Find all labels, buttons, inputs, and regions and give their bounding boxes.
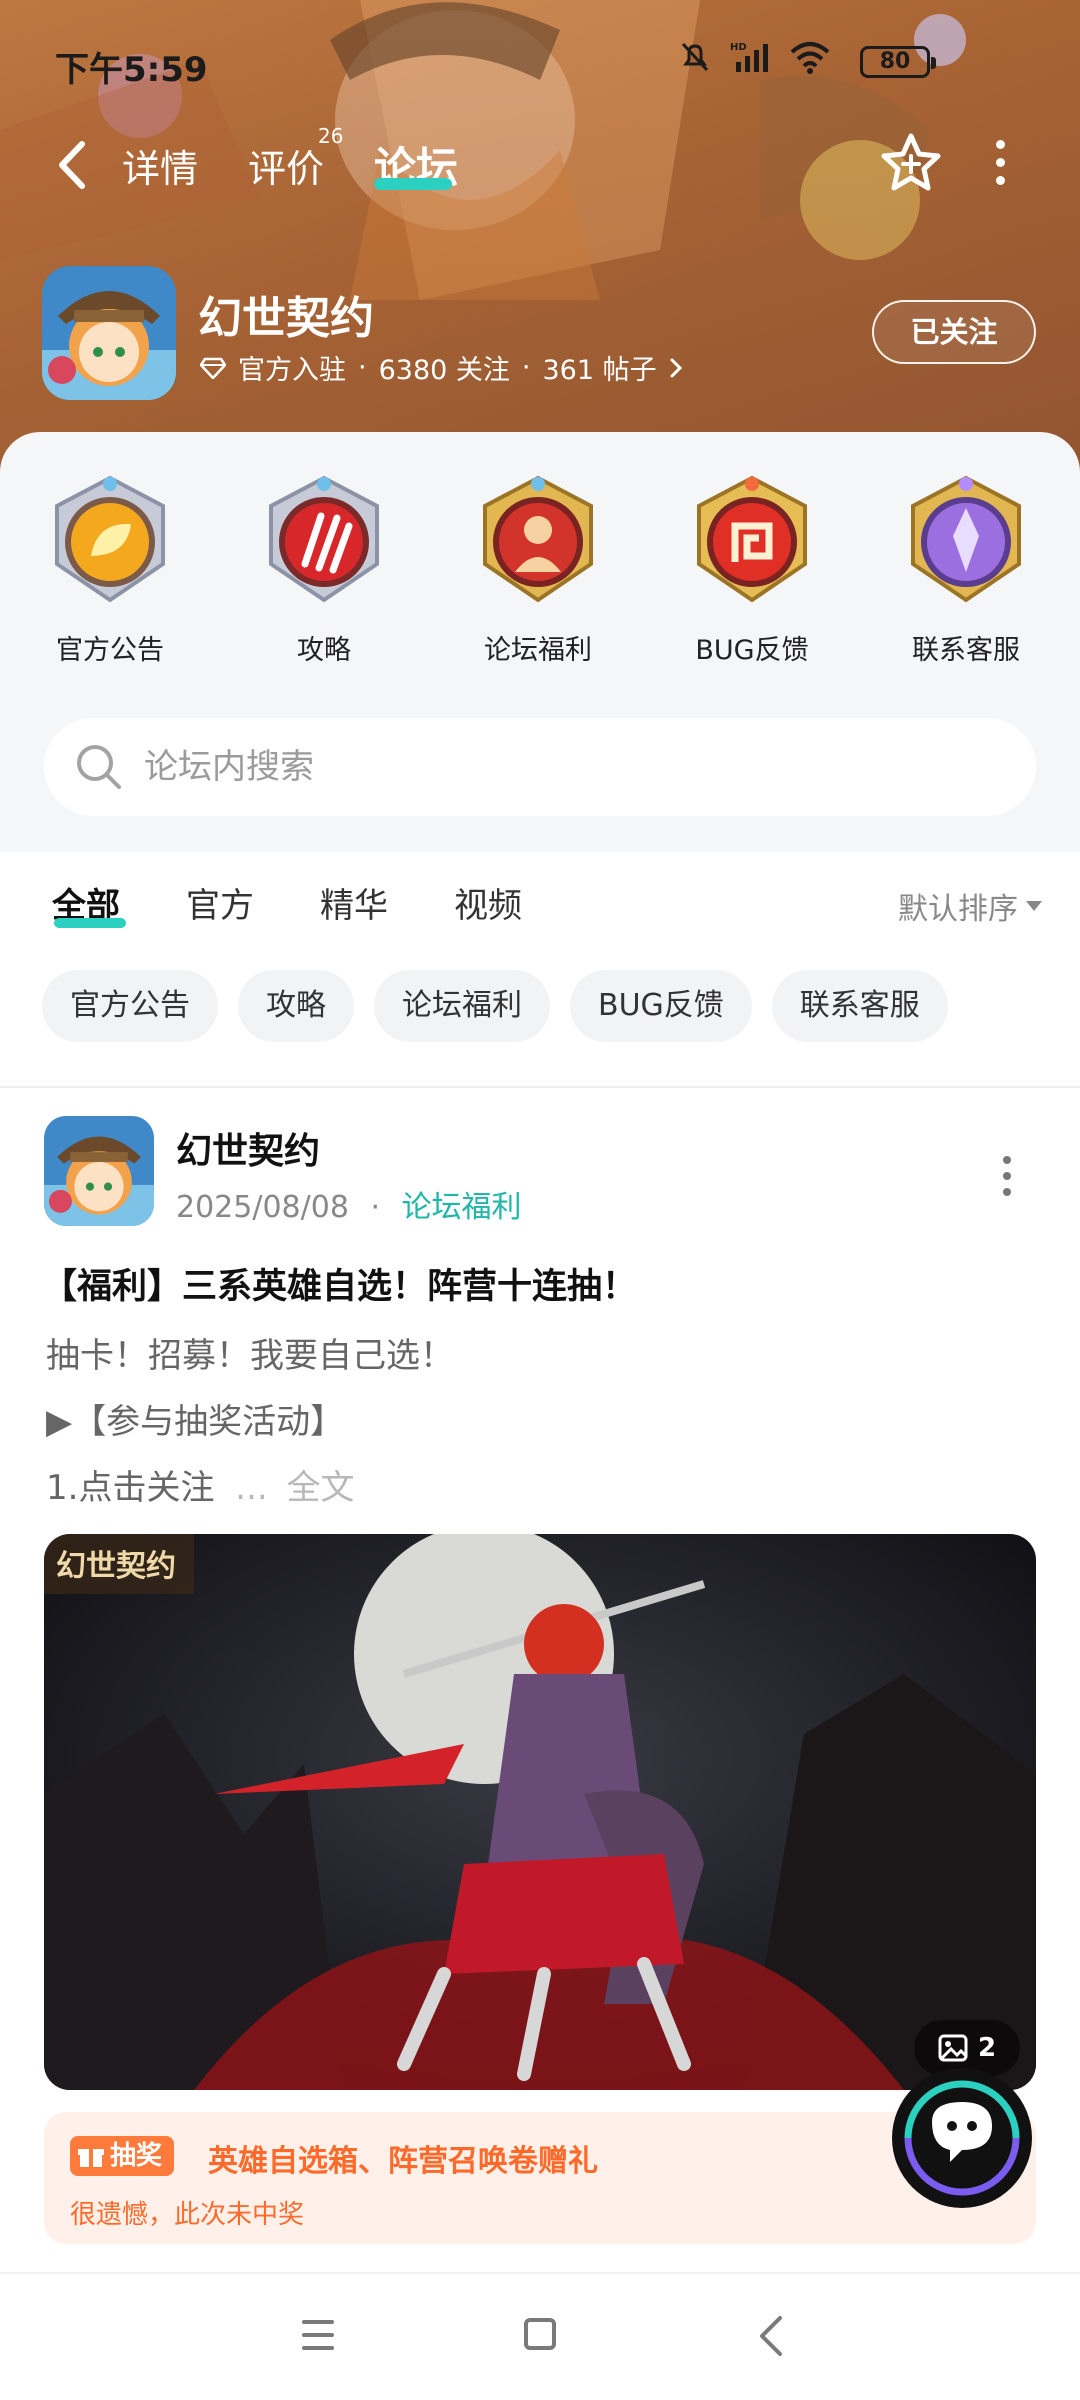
- category-bug-report[interactable]: BUG反馈: [652, 472, 852, 667]
- chip-customer-service[interactable]: 联系客服: [771, 970, 948, 1042]
- sort-dropdown[interactable]: 默认排序: [898, 884, 1042, 928]
- tab-official[interactable]: 官方: [186, 878, 254, 927]
- svg-text:HD: HD: [730, 42, 747, 53]
- chat-assistant-button[interactable]: [888, 2064, 1036, 2212]
- category-label: 官方公告: [56, 635, 164, 666]
- reviews-count-badge: 26: [318, 124, 344, 148]
- chip-bug-report[interactable]: BUG反馈: [570, 970, 752, 1042]
- posts-count[interactable]: 361 帖子: [542, 348, 656, 387]
- leaf-emblem-icon: [55, 475, 165, 603]
- crystal-emblem-icon: [911, 475, 1021, 603]
- status-time: 下午5:59: [55, 50, 208, 90]
- post-date: 2025/08/08: [176, 1190, 349, 1225]
- mute-bell-icon: [681, 42, 709, 72]
- post-title[interactable]: 【福利】三系英雄自选！阵营十连抽！: [42, 1258, 637, 1309]
- game-app-icon: [42, 266, 176, 400]
- lottery-result: 很遗憾，此次未中奖: [70, 2200, 305, 2230]
- signal-icon: HD: [730, 42, 768, 72]
- chip-guides[interactable]: 攻略: [238, 970, 354, 1042]
- image-count: 2: [977, 2033, 997, 2063]
- search-input[interactable]: [144, 738, 1004, 796]
- forum-search[interactable]: [44, 718, 1036, 816]
- diamond-icon: [200, 357, 226, 379]
- claw-emblem-icon: [269, 475, 379, 603]
- system-back-icon[interactable]: [756, 2314, 786, 2358]
- post-menu-icon[interactable]: [1000, 1156, 1014, 1196]
- post-meta: 2025/08/08 · 论坛福利: [176, 1182, 522, 1226]
- official-label: 官方入驻: [238, 355, 346, 386]
- back-arrow-icon[interactable]: [52, 138, 92, 192]
- post-body-line: 抽卡！招募！我要自己选！: [46, 1336, 454, 1376]
- game-name: 幻世契约: [198, 293, 374, 344]
- forum-categories: 官方公告 攻略 论坛福利 BUG反馈 联系客服 论坛内搜索: [0, 432, 1080, 852]
- search-icon: [77, 745, 121, 789]
- tab-forum-underline: [374, 178, 452, 190]
- followers-count: 6380 关注: [378, 355, 510, 386]
- system-nav-bar: [0, 2272, 1080, 2400]
- tab-reviews[interactable]: 评价: [248, 138, 324, 193]
- status-bar: 下午5:59 HD 80: [0, 0, 1080, 120]
- tab-details[interactable]: 详情: [122, 138, 198, 193]
- wifi-icon: [790, 42, 830, 74]
- post-author[interactable]: 幻世契约: [176, 1122, 320, 1174]
- category-label: 攻略: [297, 635, 351, 666]
- home-icon[interactable]: [524, 2318, 556, 2350]
- tab-featured[interactable]: 精华: [320, 878, 388, 927]
- post-category-tag[interactable]: 论坛福利: [402, 1190, 522, 1225]
- caret-down-icon: [1026, 901, 1042, 911]
- chip-official-notice[interactable]: 官方公告: [42, 970, 218, 1042]
- post-filter-tabs: 全部 官方 精华 视频 默认排序: [0, 852, 1080, 956]
- game-meta: 官方入驻 · 6380 关注 · 361 帖子: [200, 348, 683, 387]
- post-body-line: ▶【参与抽奖活动】: [46, 1402, 345, 1442]
- chevron-right-icon: [670, 358, 682, 377]
- spiral-emblem-icon: [697, 475, 807, 603]
- hero-emblem-icon: [483, 475, 593, 603]
- gift-icon: [78, 2149, 104, 2167]
- category-chips: 官方公告 攻略 论坛福利 BUG反馈 联系客服: [42, 970, 948, 1042]
- status-icons: HD: [678, 40, 830, 74]
- category-welfare[interactable]: 论坛福利: [438, 472, 638, 667]
- category-label: 联系客服: [912, 635, 1020, 666]
- post-body-line: 1.点击关注 ... 全文: [46, 1468, 355, 1508]
- section-divider: [0, 1086, 1080, 1088]
- category-row: 官方公告 攻略 论坛福利 BUG反馈 联系客服: [0, 472, 1080, 666]
- sort-label: 默认排序: [898, 892, 1018, 927]
- lottery-prize: 英雄自选箱、阵营召唤卷赠礼: [208, 2144, 598, 2179]
- chip-welfare[interactable]: 论坛福利: [374, 970, 550, 1042]
- follow-button[interactable]: 已关注: [872, 300, 1036, 364]
- category-guides[interactable]: 攻略: [224, 472, 424, 667]
- category-customer-service[interactable]: 联系客服: [866, 472, 1066, 667]
- category-label: 论坛福利: [484, 635, 592, 666]
- read-more-link[interactable]: 全文: [287, 1468, 355, 1508]
- tab-video[interactable]: 视频: [454, 878, 522, 927]
- author-avatar[interactable]: [44, 1116, 154, 1226]
- favorite-star-icon[interactable]: [880, 132, 942, 194]
- post-artwork: 幻世契约: [44, 1534, 1036, 2090]
- more-options-icon[interactable]: [990, 140, 1010, 190]
- battery-indicator: 80: [860, 46, 936, 78]
- post-image[interactable]: 幻世契约: [44, 1534, 1036, 2090]
- category-label: BUG反馈: [695, 635, 809, 666]
- top-nav: 详情 评价 26 论坛: [0, 120, 1080, 210]
- recent-apps-icon[interactable]: [302, 2320, 334, 2359]
- meta-separator: ·: [370, 1190, 381, 1225]
- image-logo-text: 幻世契约: [56, 1549, 176, 1584]
- category-official-notice[interactable]: 官方公告: [10, 472, 210, 667]
- image-icon: [938, 2034, 968, 2062]
- ellipsis: ...: [235, 1468, 268, 1508]
- tab-all-underline: [54, 918, 126, 928]
- lottery-badge: 抽奖: [70, 2136, 175, 2176]
